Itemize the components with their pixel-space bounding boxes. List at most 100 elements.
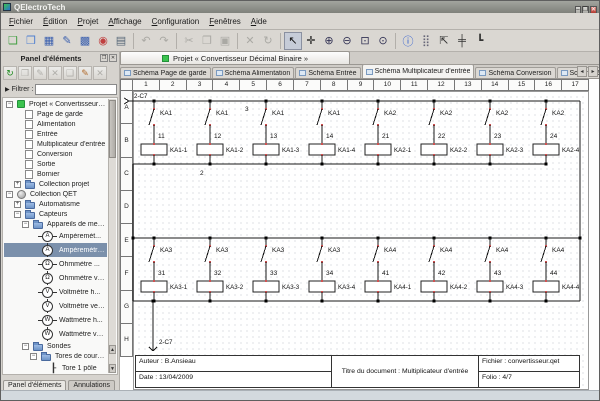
contact-branch-ka2-4[interactable]: KA224KA2-4	[533, 100, 580, 166]
zoom-fit-button[interactable]: ⊡	[356, 32, 374, 50]
tab-scroll-left-button[interactable]: ◂	[577, 66, 587, 77]
title-block[interactable]: Auteur : B.Ansieau Date : 13/04/2009 Tit…	[135, 355, 580, 388]
select-tool-button[interactable]: ↖	[284, 32, 302, 50]
tree-item-ohmmetre-vert[interactable]: ΩOhmmètre vert...	[4, 271, 107, 285]
conductor-select-button[interactable]: ⇱	[435, 32, 453, 50]
dock-close-button[interactable]: ✕	[109, 54, 117, 62]
zoom-out-button[interactable]: ⊖	[338, 32, 356, 50]
tab-schema-page-de-garde[interactable]: Schéma Page de garde	[120, 67, 211, 78]
scrollbar-down-button[interactable]: ▼	[109, 364, 116, 373]
edit-element-button[interactable]: ✎	[78, 66, 92, 80]
tree-item-entree[interactable]: Entrée	[4, 129, 107, 139]
svg-text:22: 22	[438, 133, 446, 140]
scrollbar-up-button[interactable]: ▲	[109, 345, 116, 354]
save-as-button[interactable]: ✎	[58, 32, 76, 50]
menu-configuration[interactable]: Configuration	[147, 15, 205, 28]
contact-branch-ka1-3[interactable]: KA113KA1-3	[253, 100, 300, 166]
conductor-angled-button[interactable]: ┗	[471, 32, 489, 50]
collapse-icon[interactable]: −	[22, 343, 29, 350]
diagram-properties-button[interactable]: ⣿	[417, 32, 435, 50]
zoom-reset-button[interactable]: ⊙	[374, 32, 392, 50]
tree-item-multiplicateur-d-entree[interactable]: Multiplicateur d'entrée	[4, 139, 107, 149]
contact-branch-ka2-2[interactable]: KA222KA2-2	[421, 100, 468, 166]
new-document-button[interactable]: ❑	[4, 32, 22, 50]
collapse-icon[interactable]: −	[22, 221, 29, 228]
dock-tab-panel-d-elements[interactable]: Panel d'éléments	[3, 380, 66, 390]
diagram-canvas[interactable]: 1234567891011121314151617 ABCDEFGH 322-C…	[120, 79, 599, 390]
conductor-straight-button[interactable]: ╪	[453, 32, 471, 50]
print-button[interactable]: ▤	[112, 32, 130, 50]
close-file-button[interactable]: ◉	[94, 32, 112, 50]
contact-branch-ka2-3[interactable]: KA223KA2-3	[477, 100, 524, 166]
menu-affichage[interactable]: Affichage	[103, 15, 146, 28]
tree-item-voltmetre-h[interactable]: VVoltmètre h...	[4, 285, 107, 299]
conductors[interactable]: 32	[129, 101, 582, 301]
contact-branch-ka3-3[interactable]: KA333KA3-3	[253, 237, 300, 303]
tree-item-ohmmetre[interactable]: ΩOhmmètre ...	[4, 257, 107, 271]
title-bar[interactable]: QElectroTech –❒✕	[1, 1, 599, 13]
tree-item-amperemetre-v[interactable]: AAmpèremètre v...	[4, 243, 107, 257]
tree-item-voltmetre-vertical[interactable]: VVoltmètre vertical	[4, 299, 107, 313]
expand-icon[interactable]: +	[14, 181, 21, 188]
tree-item-amperemet[interactable]: AAmpèremèt...	[4, 229, 107, 243]
contact-branch-ka1-2[interactable]: KA112KA1-2	[197, 100, 244, 166]
info-button[interactable]: ⓘ	[399, 32, 417, 50]
save-button[interactable]: ▦	[40, 32, 58, 50]
menu-fichier[interactable]: Fichier	[4, 15, 38, 28]
save-all-button[interactable]: ▩	[76, 32, 94, 50]
contact-branch-ka2-1[interactable]: KA221KA2-1	[365, 100, 412, 166]
reload-collections-button[interactable]: ↻	[3, 66, 17, 80]
tree-item-wattmetre-h[interactable]: WWattmètre h...	[4, 313, 107, 327]
dock-float-button[interactable]: ❐	[100, 54, 108, 62]
tree-item-alimentation[interactable]: Alimentation	[4, 119, 107, 129]
tree-item-tore-1-pole[interactable]: ┠Tore 1 pôle	[4, 361, 107, 375]
folio-reference-top[interactable]: 2-C7	[124, 93, 148, 104]
tree-item-sondes[interactable]: −Sondes	[4, 341, 107, 351]
contact-branch-ka4-3[interactable]: KA443KA4-3	[477, 237, 524, 303]
dock-tab-annulations[interactable]: Annulations	[68, 380, 115, 390]
contact-branch-ka4-1[interactable]: KA441KA4-1	[365, 237, 412, 303]
contact-branch-ka4-2[interactable]: KA442KA4-2	[421, 237, 468, 303]
zoom-in-button[interactable]: ⊕	[320, 32, 338, 50]
tab-scroll-right-button[interactable]: ▸	[588, 66, 598, 77]
tree-scrollbar[interactable]: ▲ ▼	[108, 99, 116, 373]
tree-item-page-de-garde[interactable]: Page de garde	[4, 109, 107, 119]
collapse-icon[interactable]: −	[30, 353, 37, 360]
schematic[interactable]: 322-C72-C7KA111KA1-1KA112KA1-2KA113KA1-3…	[120, 79, 590, 390]
pan-tool-button[interactable]: ✛	[302, 32, 320, 50]
open-project-button[interactable]: ❒	[22, 32, 40, 50]
tree-item-bornier[interactable]: Bornier	[4, 169, 107, 179]
contact-branch-ka1-1[interactable]: KA111KA1-1	[141, 100, 188, 166]
scrollbar-thumb[interactable]	[109, 100, 116, 158]
tab-schema-multiplicateur-d-entree[interactable]: Schéma Multiplicateur d'entrée	[362, 64, 475, 78]
collapse-icon[interactable]: −	[6, 191, 13, 198]
menu-edition[interactable]: Édition	[38, 15, 72, 28]
tree-item-collection-qet[interactable]: −Collection QET	[4, 189, 107, 199]
tree-item-tores-de-courant[interactable]: −Tores de courant	[4, 351, 107, 361]
tab-schema-entree[interactable]: Schéma Entrée	[295, 67, 360, 78]
tree-item-conversion[interactable]: Conversion	[4, 149, 107, 159]
contact-branch-ka4-4[interactable]: KA444KA4-4	[533, 237, 580, 303]
tab-schema-conversion[interactable]: Schéma Conversion	[475, 67, 555, 78]
tree-item-sortie[interactable]: Sortie	[4, 159, 107, 169]
tree-item-capteurs[interactable]: −Capteurs	[4, 209, 107, 219]
expand-icon[interactable]: +	[14, 201, 21, 208]
tree-item-automatisme[interactable]: +Automatisme	[4, 199, 107, 209]
tree-item-collection-projet[interactable]: +Collection projet	[4, 179, 107, 189]
contact-branch-ka3-4[interactable]: KA334KA3-4	[309, 237, 356, 303]
folio-reference-bottom[interactable]: 2-C7	[149, 300, 173, 352]
tree-item-wattmetre-ver[interactable]: WWattmètre ver...	[4, 327, 107, 341]
menu-fenetres[interactable]: Fenêtres	[204, 15, 246, 28]
menu-aide[interactable]: Aide	[246, 15, 272, 28]
tree-item-appareils-de-mesure[interactable]: −Appareils de mesure	[4, 219, 107, 229]
collapse-icon[interactable]: −	[6, 101, 13, 108]
contact-branch-ka3-2[interactable]: KA332KA3-2	[197, 237, 244, 303]
filter-input[interactable]	[35, 84, 117, 95]
project-tab[interactable]: Projet « Convertisseur Décimal Binaire »	[120, 51, 350, 64]
tab-schema-alimentation[interactable]: Schéma Alimentation	[212, 67, 295, 78]
contact-branch-ka1-4[interactable]: KA114KA1-4	[309, 100, 356, 166]
menu-projet[interactable]: Projet	[72, 15, 103, 28]
contact-branch-ka3-1[interactable]: KA331KA3-1	[141, 237, 188, 303]
collapse-icon[interactable]: −	[14, 211, 21, 218]
tree-item-projet-convertisseur-deci[interactable]: −Projet « Convertisseur Déci...	[4, 99, 107, 109]
